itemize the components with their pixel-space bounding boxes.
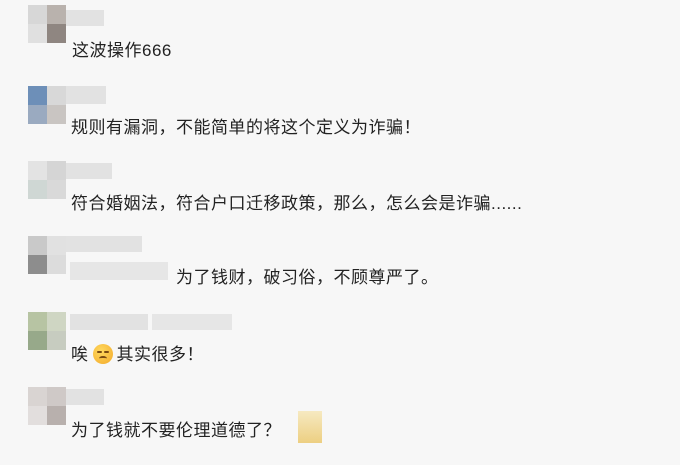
username-blurred	[66, 10, 104, 26]
avatar[interactable]	[28, 5, 66, 43]
pensive-face-icon	[92, 344, 113, 364]
username-blurred	[66, 389, 104, 405]
username-blurred	[152, 314, 232, 330]
avatar[interactable]	[28, 161, 66, 199]
comment-item-4: 为了钱财，破习俗，不顾尊严了。	[0, 232, 680, 312]
comment-text: 为了钱就不要伦理道德了？	[71, 421, 281, 440]
comment-item-3: 符合婚姻法，符合户口迁移政策，那么，怎么会是诈骗......	[0, 155, 680, 235]
comment-item-1: 这波操作666	[0, 0, 680, 80]
username-blurred	[66, 86, 106, 104]
comment-text-after: 其实很多！	[116, 345, 204, 364]
comment-text: 符合婚姻法，符合户口迁移政策，那么，怎么会是诈骗......	[71, 194, 523, 213]
sticker-image	[298, 411, 322, 443]
comment-text: 为了钱财，破习俗，不顾尊严了。	[176, 268, 439, 287]
avatar[interactable]	[28, 236, 66, 274]
comment-text: 唉 其实很多！	[71, 340, 204, 365]
username-blurred	[66, 236, 142, 252]
avatar[interactable]	[28, 86, 66, 124]
username-blurred	[70, 314, 148, 330]
avatar[interactable]	[28, 387, 66, 425]
comment-text: 这波操作666	[72, 41, 172, 60]
comment-item-2: 规则有漏洞，不能简单的将这个定义为诈骗！	[0, 80, 680, 160]
reply-target-blurred	[70, 262, 168, 280]
avatar[interactable]	[28, 312, 66, 350]
comment-text: 规则有漏洞，不能简单的将这个定义为诈骗！	[71, 118, 421, 137]
comment-item-5: 唉 其实很多！	[0, 310, 680, 390]
comment-item-6: 为了钱就不要伦理道德了？	[0, 385, 680, 465]
comment-text-before: 唉	[71, 345, 89, 364]
username-blurred	[66, 163, 112, 179]
